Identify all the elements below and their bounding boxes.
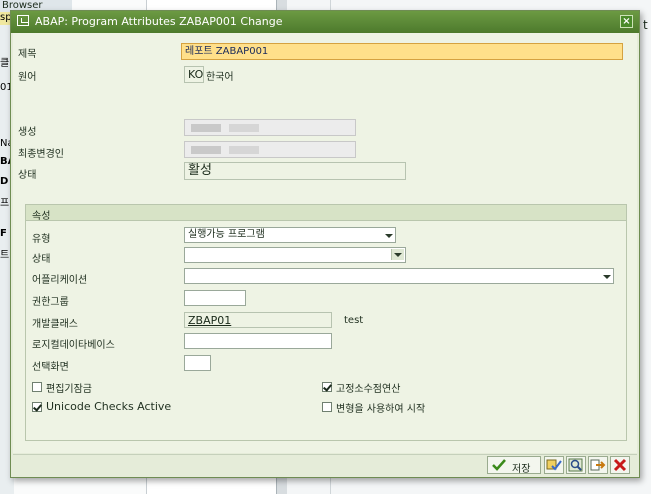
- attributes-section: 속성 유형 실행가능 프로그램 상태 어플리케이션 권한그룹 개발클래스 ZBA…: [25, 204, 627, 441]
- created-label: 생성: [18, 127, 37, 138]
- auth-group-label: 권한그룹: [32, 297, 69, 308]
- original-language-name: 한국어: [206, 72, 234, 83]
- close-icon: [613, 458, 627, 472]
- edit-lock-label: 편집기잠금: [46, 384, 92, 395]
- last-changed-label: 최종변경인: [18, 149, 64, 160]
- fixed-point-label: 고정소수점연산: [336, 384, 401, 395]
- check-syntax-icon: [546, 459, 562, 471]
- background-fragment: t: [643, 18, 648, 32]
- dialog-content: 제목 레포트 ZABAP001 원어 KO 한국어 생성 최종변경인 상태 활성…: [13, 33, 637, 453]
- where-used-button[interactable]: [566, 456, 586, 474]
- magnifier-icon: [568, 458, 583, 472]
- save-button[interactable]: 저장: [487, 456, 541, 475]
- chevron-down-icon[interactable]: [391, 249, 404, 260]
- cancel-button[interactable]: [610, 456, 630, 474]
- program-attributes-dialog: ABAP: Program Attributes ZABAP001 Change…: [10, 10, 640, 478]
- title-label: 제목: [18, 49, 37, 60]
- close-button[interactable]: ×: [620, 15, 633, 28]
- status-value: 활성: [184, 162, 406, 180]
- last-changed-field: [184, 141, 356, 158]
- start-variant-checkbox[interactable]: [322, 402, 332, 412]
- application-label: 어플리케이션: [32, 275, 88, 286]
- application-dropdown[interactable]: [184, 268, 614, 284]
- program-status-label: 상태: [32, 254, 51, 265]
- type-value: 실행가능 프로그램: [188, 229, 265, 240]
- start-variant-label: 변형을 사용하여 시작: [336, 404, 426, 415]
- dialog-title: ABAP: Program Attributes ZABAP001 Change: [35, 15, 283, 28]
- selection-screen-input[interactable]: [184, 355, 211, 371]
- logical-db-label: 로지컬데이타베이스: [32, 340, 115, 351]
- original-language-code: KO: [184, 66, 204, 83]
- attributes-section-header: 속성: [26, 205, 626, 222]
- transfer-icon: [590, 459, 606, 471]
- chevron-down-icon[interactable]: [384, 231, 393, 240]
- type-dropdown[interactable]: 실행가능 프로그램: [184, 227, 396, 243]
- save-button-label: 저장: [512, 464, 531, 475]
- edit-lock-checkbox[interactable]: [32, 382, 42, 392]
- dev-class-label: 개발클래스: [32, 319, 78, 330]
- footer-divider: [13, 454, 637, 455]
- dev-class-input[interactable]: ZBAP01: [184, 312, 332, 328]
- check-button[interactable]: [544, 456, 564, 474]
- dev-class-description: test: [344, 315, 364, 326]
- title-input[interactable]: 레포트 ZABAP001: [181, 43, 623, 60]
- navigate-button[interactable]: [588, 456, 608, 474]
- unicode-checks-label: Unicode Checks Active: [46, 400, 172, 413]
- dialog-titlebar[interactable]: ABAP: Program Attributes ZABAP001 Change…: [11, 11, 639, 33]
- dialog-window-icon: [17, 15, 29, 26]
- chevron-down-icon[interactable]: [602, 272, 611, 281]
- original-language-label: 원어: [18, 72, 37, 83]
- created-by-field: [184, 119, 356, 136]
- program-status-dropdown[interactable]: [184, 247, 406, 263]
- checkmark-icon: [492, 459, 506, 471]
- logical-db-input[interactable]: [184, 333, 332, 349]
- status-label: 상태: [18, 170, 37, 181]
- dev-class-value[interactable]: ZBAP01: [188, 314, 231, 327]
- fixed-point-checkbox[interactable]: [322, 382, 332, 392]
- unicode-checks-checkbox[interactable]: [32, 402, 42, 412]
- selection-screen-label: 선택화면: [32, 362, 69, 373]
- attributes-section-title: 속성: [32, 211, 51, 222]
- auth-group-input[interactable]: [184, 290, 246, 306]
- type-label: 유형: [32, 234, 51, 245]
